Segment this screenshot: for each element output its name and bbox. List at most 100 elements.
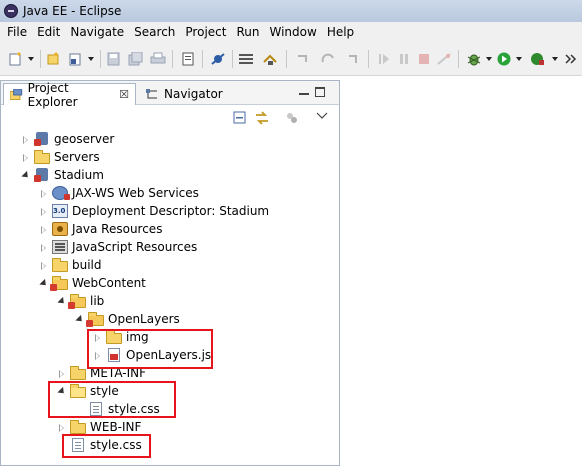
toolbar-separator xyxy=(40,50,41,68)
debug-icon[interactable] xyxy=(466,52,482,66)
menu-project[interactable]: Project xyxy=(180,25,231,39)
toolbar-separator xyxy=(202,50,203,68)
eclipse-icon xyxy=(4,4,18,18)
tree-item-openlayers[interactable]: OpenLayers xyxy=(75,310,180,328)
terminate-icon[interactable] xyxy=(416,52,432,66)
tree-item-geoserver[interactable]: geoserver xyxy=(21,130,114,148)
new-icon[interactable] xyxy=(8,52,24,66)
tree-item-webcontent[interactable]: WebContent xyxy=(39,274,146,292)
tree-item-java-resources[interactable]: Java Resources xyxy=(39,220,162,238)
save-icon[interactable] xyxy=(106,52,122,66)
menu-help[interactable]: Help xyxy=(322,25,359,39)
resume-icon[interactable] xyxy=(376,52,392,66)
tab-project-explorer[interactable]: Project Explorer ☒ xyxy=(3,81,136,109)
tree-item-javascript-resources[interactable]: JavaScript Resources xyxy=(39,238,197,256)
project-icon xyxy=(34,168,50,182)
expand-icon[interactable] xyxy=(39,207,48,216)
collapse-icon[interactable] xyxy=(21,171,30,180)
tree-item-deployment-descriptor[interactable]: Deployment Descriptor: Stadium xyxy=(39,202,269,220)
main-toolbar xyxy=(0,42,582,76)
tree-item-stadium[interactable]: Stadium xyxy=(21,166,104,184)
tree-item-jax-ws[interactable]: JAX-WS Web Services xyxy=(39,184,199,202)
skip-breakpoints-icon[interactable] xyxy=(210,52,226,66)
debug-dropdown-icon[interactable] xyxy=(486,57,492,61)
menu-bar: File Edit Navigate Search Project Run Wi… xyxy=(0,22,582,42)
folder-icon xyxy=(34,149,50,164)
view-tab-bar: Project Explorer ☒ Navigator xyxy=(1,81,339,109)
tree-item-label: WEB-INF xyxy=(90,420,142,434)
redo-icon[interactable] xyxy=(320,52,336,66)
expand-icon[interactable] xyxy=(39,189,48,198)
tree-item-label: JavaScript Resources xyxy=(72,240,198,254)
filters-icon[interactable] xyxy=(285,111,299,125)
menu-window[interactable]: Window xyxy=(264,25,321,39)
tab-navigator[interactable]: Navigator xyxy=(139,83,249,105)
tree-item-label: OpenLayers xyxy=(108,312,180,326)
step-icon[interactable] xyxy=(262,52,278,66)
web-folder-icon xyxy=(50,275,68,291)
new-server-icon[interactable] xyxy=(46,52,62,66)
expand-icon[interactable] xyxy=(39,261,48,270)
close-icon[interactable]: ☒ xyxy=(119,88,129,101)
suspend-icon[interactable] xyxy=(396,52,412,66)
deployment-descriptor-icon xyxy=(52,204,68,218)
view-menu-icon[interactable] xyxy=(315,109,329,123)
highlight-style-folder xyxy=(48,381,176,418)
expand-icon[interactable] xyxy=(39,225,48,234)
overflow-chevron-icon[interactable] xyxy=(564,52,580,66)
editor-area xyxy=(346,80,582,466)
tree-item-label: Deployment Descriptor: Stadium xyxy=(72,204,270,218)
tree-item-label: JAX-WS Web Services xyxy=(72,186,199,200)
menu-navigate[interactable]: Navigate xyxy=(65,25,129,39)
toolbar-separator xyxy=(368,50,369,68)
menu-search[interactable]: Search xyxy=(129,25,180,39)
expand-icon[interactable] xyxy=(57,423,66,432)
link-with-editor-icon[interactable] xyxy=(255,111,269,125)
expand-icon[interactable] xyxy=(39,243,48,252)
web-services-icon xyxy=(52,186,70,200)
undo-icon[interactable] xyxy=(294,52,310,66)
tree-item-build[interactable]: build xyxy=(39,256,102,274)
toggle-view-icon[interactable] xyxy=(238,52,254,66)
tree-item-label: geoserver xyxy=(54,132,115,146)
project-explorer-icon xyxy=(10,88,23,100)
step-return-icon[interactable] xyxy=(346,52,362,66)
file-dropdown-icon[interactable] xyxy=(88,57,94,61)
clipboard-icon[interactable] xyxy=(180,52,196,66)
toolbar-separator xyxy=(232,50,233,68)
expand-icon[interactable] xyxy=(21,135,30,144)
new-file-icon[interactable] xyxy=(68,52,84,66)
tree-item-label: Servers xyxy=(54,150,100,164)
tree-item-servers[interactable]: Servers xyxy=(21,148,100,166)
expand-icon[interactable] xyxy=(57,369,66,378)
save-all-icon[interactable] xyxy=(128,52,144,66)
tree-item-lib[interactable]: lib xyxy=(57,292,104,310)
menu-file[interactable]: File xyxy=(2,25,32,39)
tree-item-label: Java Resources xyxy=(72,222,163,236)
collapse-icon[interactable] xyxy=(75,315,84,324)
javascript-resources-icon xyxy=(52,240,68,254)
external-tools-icon[interactable] xyxy=(530,52,546,66)
minimize-button[interactable] xyxy=(299,87,309,95)
expand-icon[interactable] xyxy=(21,153,30,162)
tree-item-label: WebContent xyxy=(72,276,146,290)
menu-edit[interactable]: Edit xyxy=(32,25,65,39)
external-tools-dropdown-icon[interactable] xyxy=(552,57,558,61)
maximize-button[interactable] xyxy=(315,87,325,97)
collapse-all-icon[interactable] xyxy=(233,111,247,125)
collapse-icon[interactable] xyxy=(57,297,66,306)
project-explorer-panel: Project Explorer ☒ Navigator geoserver S… xyxy=(0,80,340,466)
collapse-icon[interactable] xyxy=(39,279,48,288)
disconnect-icon[interactable] xyxy=(436,52,452,66)
tree-item-label: lib xyxy=(90,294,105,308)
toolbar-separator xyxy=(286,50,287,68)
new-dropdown-icon[interactable] xyxy=(28,57,34,61)
print-icon[interactable] xyxy=(150,52,166,66)
run-icon[interactable] xyxy=(496,52,512,66)
java-resources-icon xyxy=(52,222,68,236)
menu-run[interactable]: Run xyxy=(231,25,264,39)
tab-project-explorer-label: Project Explorer xyxy=(27,80,78,109)
project-icon xyxy=(34,132,50,146)
run-dropdown-icon[interactable] xyxy=(516,57,522,61)
tab-navigator-label: Navigator xyxy=(164,87,223,101)
